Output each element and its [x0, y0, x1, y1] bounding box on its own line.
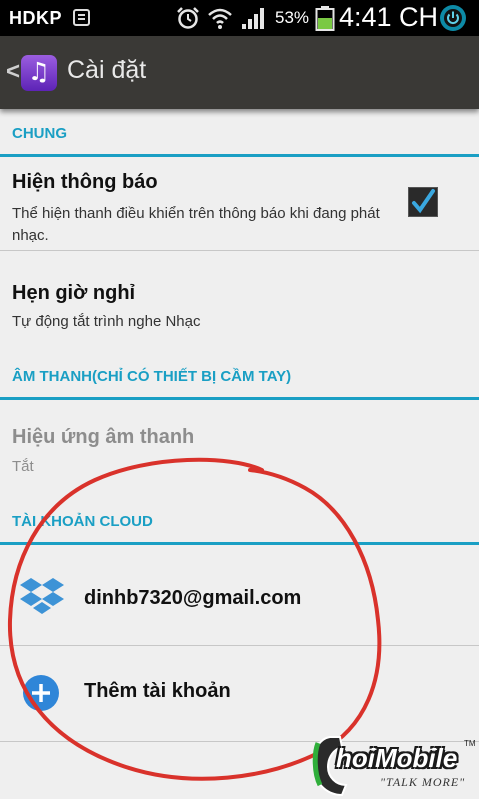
dropbox-icon	[20, 578, 64, 614]
page-title: Cài đặt	[67, 56, 147, 84]
add-account-row[interactable]: Thêm tài khoản	[0, 646, 479, 741]
setting-sound-effects[interactable]: Hiệu ứng âm thanh Tắt	[0, 400, 479, 504]
setting-sleep-timer[interactable]: Hẹn giờ nghỉ Tự động tắt trình nghe Nhạc	[0, 251, 479, 358]
setting-title: Hiệu ứng âm thanh	[12, 426, 195, 448]
wifi-icon	[208, 8, 232, 29]
action-bar: < ♫ Cài đặt	[0, 36, 479, 109]
add-circle-icon	[23, 675, 59, 711]
section-header-sound: ÂM THANH(CHỈ CÓ THIẾT BỊ CẦM TAY)	[12, 368, 292, 385]
setting-title: Hẹn giờ nghỉ	[12, 282, 136, 304]
music-note-icon[interactable]: ♫	[21, 55, 57, 91]
watermark-tagline: "TALK MORE"	[380, 775, 466, 789]
setting-title: Hiện thông báo	[12, 171, 158, 193]
watermark-tm: TM	[464, 739, 476, 748]
battery-percent: 53%	[275, 8, 310, 27]
setting-subtitle: Tắt	[12, 458, 34, 475]
status-bar: HDKP 53% 4:41 CH	[0, 0, 479, 36]
notification-checkbox[interactable]	[408, 187, 438, 217]
watermark-brand: hoiMobile	[336, 743, 458, 773]
message-icon	[73, 9, 90, 26]
carrier-label: HDKP	[9, 8, 63, 28]
section-header-cloud: TÀI KHOẢN CLOUD	[12, 513, 153, 530]
signal-icon	[242, 8, 264, 29]
alarm-icon	[177, 7, 199, 29]
battery-icon	[315, 6, 335, 31]
cloud-account-row[interactable]: dinhb7320@gmail.com	[0, 545, 479, 645]
clock: 4:41 CH	[339, 2, 439, 32]
setting-subtitle: Thể hiện thanh điều khiển trên thông báo…	[12, 205, 380, 244]
add-account-label: Thêm tài khoản	[84, 680, 231, 702]
back-icon[interactable]: <	[6, 58, 20, 86]
watermark-logo: hoiMobile TM "TALK MORE"	[310, 733, 479, 799]
power-icon[interactable]	[440, 5, 466, 31]
setting-subtitle: Tự động tắt trình nghe Nhạc	[12, 313, 201, 330]
account-email: dinhb7320@gmail.com	[84, 587, 302, 609]
section-header-general: CHUNG	[12, 125, 67, 142]
